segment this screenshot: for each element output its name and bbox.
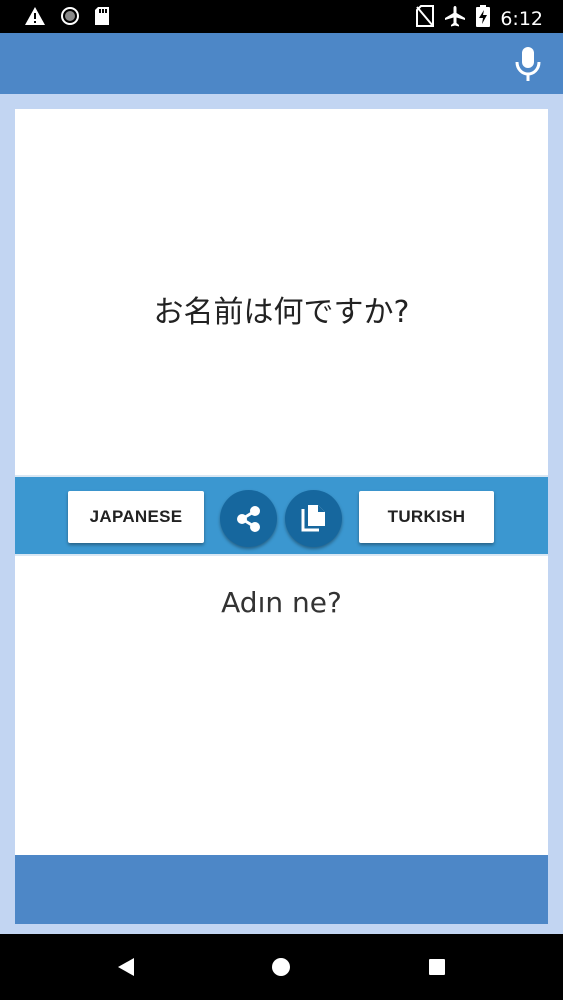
status-left-icons (24, 6, 110, 31)
copy-button[interactable] (285, 490, 342, 547)
home-icon (272, 958, 290, 976)
no-sim-icon (416, 5, 435, 32)
home-button[interactable] (271, 957, 291, 982)
main-area: お名前は何ですか? JAPANESE TURKISH Adın ne? (0, 94, 563, 934)
target-language-button[interactable]: TURKISH (359, 491, 494, 543)
status-time: 6:12 (500, 7, 543, 30)
battery-charging-icon (476, 5, 491, 32)
sd-card-icon (94, 6, 110, 31)
translation-card: お名前は何ですか? JAPANESE TURKISH Adın ne? (15, 109, 548, 924)
status-bar: 6:12 (0, 0, 563, 33)
back-button[interactable] (116, 956, 136, 983)
source-language-button[interactable]: JAPANESE (68, 491, 204, 543)
app-toolbar (0, 33, 563, 94)
share-button[interactable] (220, 490, 277, 547)
language-bar: JAPANESE TURKISH (15, 475, 548, 556)
copy-icon (301, 504, 325, 531)
bottom-band (15, 855, 548, 924)
warning-icon (24, 6, 46, 31)
microphone-button[interactable] (513, 45, 543, 83)
source-text[interactable]: お名前は何ですか? (15, 287, 548, 331)
airplane-mode-icon (444, 5, 466, 32)
microphone-icon (515, 47, 541, 81)
circle-status-icon (60, 6, 80, 31)
status-right-icons: 6:12 (416, 5, 543, 32)
target-text[interactable]: Adın ne? (15, 586, 548, 619)
recents-icon (429, 959, 445, 975)
share-icon (236, 505, 260, 532)
back-icon (118, 958, 134, 976)
navigation-bar (0, 934, 563, 1000)
recents-button[interactable] (428, 958, 446, 981)
